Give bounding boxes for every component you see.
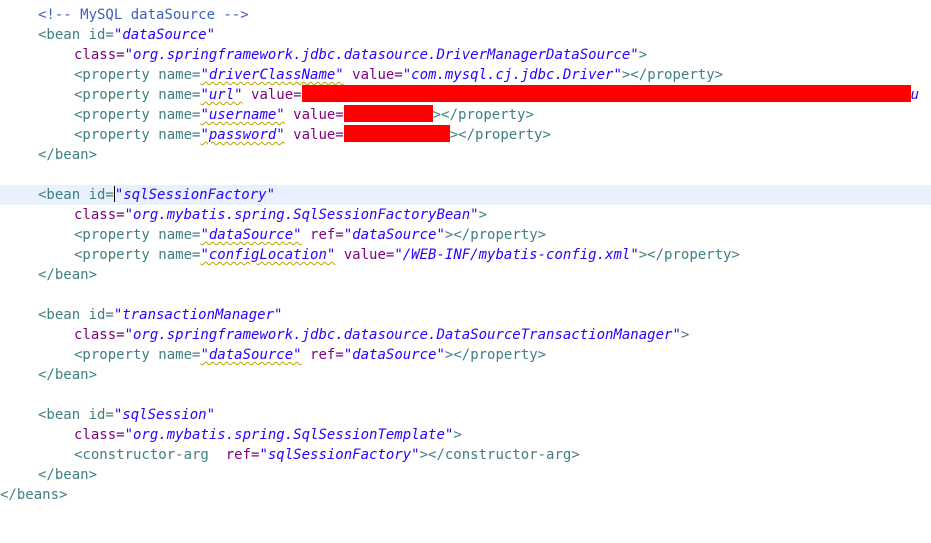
class-value: "org.springframework.jdbc.datasource.Dat… bbox=[124, 327, 681, 343]
xml-comment: <!-- MySQL dataSource --> bbox=[38, 7, 249, 23]
bean-close-tag: </bean> bbox=[38, 267, 98, 283]
class-attribute: class= bbox=[74, 427, 125, 443]
class-attribute: class= bbox=[74, 47, 125, 63]
constructor-arg-close-tag: ></constructor-arg> bbox=[419, 447, 580, 463]
property-value: "com.mysql.cj.jdbc.Driver" bbox=[402, 67, 622, 83]
bean-open-tag: <bean id= bbox=[38, 407, 114, 423]
code-line-comment: <!-- MySQL dataSource --> bbox=[0, 5, 931, 25]
bean-id-value: "sqlSessionFactory" bbox=[114, 187, 276, 203]
code-line-class: class="org.springframework.jdbc.datasour… bbox=[0, 45, 931, 65]
class-value: "org.springframework.jdbc.datasource.Dri… bbox=[124, 47, 639, 63]
code-line-bean-close: </bean> bbox=[0, 365, 931, 385]
class-attribute: class= bbox=[74, 207, 125, 223]
ref-value: "dataSource" bbox=[343, 227, 445, 243]
value-attribute: value= bbox=[343, 67, 403, 83]
code-line-class: class="org.mybatis.spring.SqlSessionFact… bbox=[0, 205, 931, 225]
bean-open-tag: <bean id= bbox=[38, 27, 114, 43]
value-attribute: value= bbox=[242, 87, 302, 103]
redaction-block bbox=[343, 125, 450, 142]
code-line-bean-sqlsession: <bean id="sqlSession" bbox=[0, 405, 931, 425]
code-line-bean-close: </bean> bbox=[0, 465, 931, 485]
property-close-tag: ></property> bbox=[449, 127, 551, 143]
tag-close: > bbox=[478, 207, 488, 223]
property-name-value: "password" bbox=[200, 127, 285, 143]
bean-id-value: "transactionManager" bbox=[113, 307, 283, 323]
bean-close-tag: </bean> bbox=[38, 467, 98, 483]
url-overflow-char: u bbox=[910, 87, 920, 103]
property-name-value: "dataSource" bbox=[200, 347, 302, 363]
property-open-tag: <property name= bbox=[74, 87, 201, 103]
tag-close: > bbox=[680, 327, 690, 343]
ref-attribute: ref= bbox=[301, 347, 344, 363]
code-line-bean-transactionmanager: <bean id="transactionManager" bbox=[0, 305, 931, 325]
property-close-tag: ></property> bbox=[444, 227, 547, 243]
bean-id-value: "sqlSession" bbox=[113, 407, 216, 423]
class-value: "org.mybatis.spring.SqlSessionFactoryBea… bbox=[124, 207, 479, 223]
code-line-bean-close: </bean> bbox=[0, 265, 931, 285]
value-attribute: value= bbox=[335, 247, 395, 263]
ref-attribute: ref= bbox=[301, 227, 344, 243]
class-attribute: class= bbox=[74, 327, 125, 343]
code-line-class: class="org.springframework.jdbc.datasour… bbox=[0, 325, 931, 345]
code-line-property-datasource: <property name="dataSource" ref="dataSou… bbox=[0, 225, 931, 245]
property-value: "/WEB-INF/mybatis-config.xml" bbox=[394, 247, 639, 263]
code-line-property-url: <property name="url" value= u bbox=[0, 85, 931, 105]
bean-id-value: "dataSource" bbox=[113, 27, 216, 43]
code-line-bean-close: </bean> bbox=[0, 145, 931, 165]
property-open-tag: <property name= bbox=[74, 107, 201, 123]
code-line-constructor-arg: <constructor-arg ref="sqlSessionFactory"… bbox=[0, 445, 931, 465]
value-attribute: value= bbox=[284, 127, 344, 143]
bean-close-tag: </bean> bbox=[38, 147, 98, 163]
property-open-tag: <property name= bbox=[74, 347, 201, 363]
code-line-property-configlocation: <property name="configLocation" value="/… bbox=[0, 245, 931, 265]
tag-close: > bbox=[638, 47, 648, 63]
property-open-tag: <property name= bbox=[74, 127, 201, 143]
property-open-tag: <property name= bbox=[74, 67, 201, 83]
property-close-tag: ></property> bbox=[621, 67, 724, 83]
bean-open-tag: <bean id= bbox=[38, 187, 114, 203]
code-line-bean-sqlsessionfactory: <bean id="sqlSessionFactory" bbox=[0, 185, 931, 205]
ref-attribute: ref= bbox=[208, 447, 260, 463]
code-line-property-datasource: <property name="dataSource" ref="dataSou… bbox=[0, 345, 931, 365]
ref-value: "dataSource" bbox=[343, 347, 445, 363]
bean-open-tag: <bean id= bbox=[38, 307, 114, 323]
redaction-block bbox=[301, 85, 911, 102]
constructor-arg-open-tag: <constructor-arg bbox=[74, 447, 209, 463]
code-line-class: class="org.mybatis.spring.SqlSessionTemp… bbox=[0, 425, 931, 445]
property-name-value: "url" bbox=[200, 87, 243, 103]
property-name-value: "username" bbox=[200, 107, 285, 123]
property-close-tag: ></property> bbox=[638, 247, 740, 263]
property-open-tag: <property name= bbox=[74, 247, 201, 263]
class-value: "org.mybatis.spring.SqlSessionTemplate" bbox=[124, 427, 454, 443]
bean-close-tag: </bean> bbox=[38, 367, 98, 383]
xml-code-editor[interactable]: <!-- MySQL dataSource --> <bean id="data… bbox=[0, 5, 931, 543]
property-name-value: "driverClassName" bbox=[200, 67, 344, 83]
code-line-bean-datasource: <bean id="dataSource" bbox=[0, 25, 931, 45]
property-close-tag: ></property> bbox=[432, 107, 534, 123]
tag-close: > bbox=[453, 427, 462, 443]
ref-value: "sqlSessionFactory" bbox=[259, 447, 420, 463]
property-name-value: "dataSource" bbox=[200, 227, 302, 243]
property-close-tag: ></property> bbox=[444, 347, 547, 363]
value-attribute: value= bbox=[284, 107, 344, 123]
code-line-beans-close: </beans> bbox=[0, 485, 931, 505]
code-line-property-driver: <property name="driverClassName" value="… bbox=[0, 65, 931, 85]
code-line-property-username: <property name="username" value= ></prope… bbox=[0, 105, 931, 125]
property-name-value: "configLocation" bbox=[200, 247, 336, 263]
redaction-block bbox=[343, 105, 433, 122]
beans-close-tag: </beans> bbox=[0, 487, 68, 503]
code-line-property-password: <property name="password" value= ></prope… bbox=[0, 125, 931, 145]
property-open-tag: <property name= bbox=[74, 227, 201, 243]
